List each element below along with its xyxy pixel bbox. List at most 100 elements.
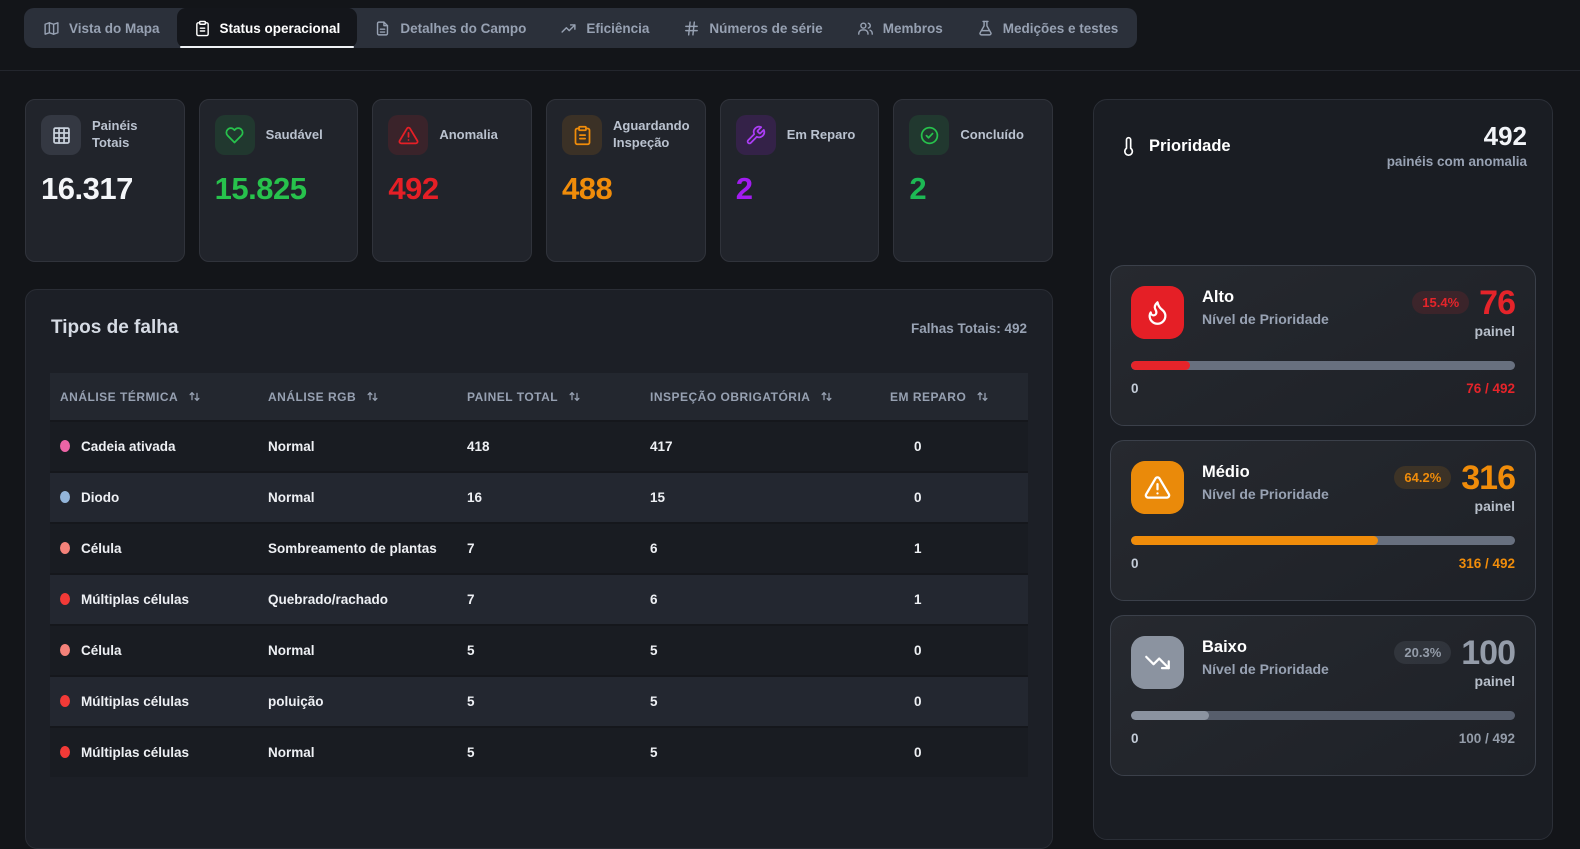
stat-cards-row: Painéis Totais16.317 Saudável 15.825 Anomal… — [25, 99, 1053, 262]
thermal-label: Múltiplas células — [81, 592, 189, 607]
status-dot — [60, 644, 70, 656]
sort-icon[interactable] — [819, 389, 834, 404]
priority-total-sublabel: painéis com anomalia — [1387, 154, 1527, 169]
rgb-cell: Normal — [258, 421, 457, 472]
tab-bar: Vista do MapaStatus operacionalDetalhes … — [24, 8, 1137, 48]
progress-bar-fill — [1131, 536, 1378, 545]
priority-level-name: Médio — [1202, 463, 1329, 482]
total-cell: 16 — [457, 472, 640, 523]
priority-card-titles: BaixoNível de Prioridade — [1202, 638, 1329, 677]
tab-label: Membros — [883, 21, 943, 36]
rgb-cell: Sombreamento de plantas — [258, 523, 457, 574]
thermal-label: Cadeia ativada — [81, 439, 176, 454]
priority-card-values: 20.3%100painel — [1394, 636, 1515, 689]
tab-vista-do-mapa[interactable]: Vista do Mapa — [26, 8, 177, 48]
column-header-1[interactable]: ANÁLISE TÉRMICA — [50, 373, 258, 421]
progress-bar-track — [1131, 361, 1515, 370]
thermal-label: Célula — [81, 541, 122, 556]
table-row: Múltiplas célulaspoluição550 — [50, 676, 1028, 727]
priority-value-row: 64.2%316 — [1394, 461, 1515, 495]
tab-medicoes-e-testes[interactable]: Medições e testes — [960, 8, 1136, 48]
alert-triangle-icon — [388, 115, 428, 155]
progress-fraction-label: 100 / 492 — [1459, 731, 1515, 746]
users-icon — [857, 20, 874, 37]
tab-label: Eficiência — [586, 21, 649, 36]
priority-card-top: BaixoNível de Prioridade20.3%100painel — [1131, 636, 1515, 689]
fault-table-head-row: ANÁLISE TÉRMICA ANÁLISE RGBPAINEL TOTAL IN… — [50, 373, 1028, 421]
stat-card-header: Anomalia — [388, 115, 516, 155]
progress-fraction-label: 316 / 492 — [1459, 556, 1515, 571]
status-dot — [60, 542, 70, 554]
table-row: Múltiplas célulasNormal550 — [50, 727, 1028, 777]
check-circle-icon — [909, 115, 949, 155]
progress-bar-track — [1131, 711, 1515, 720]
column-label: ANÁLISE TÉRMICA — [60, 390, 178, 404]
stat-card-header: Em Reparo — [736, 115, 864, 155]
tab-detalhes-do-campo[interactable]: Detalhes do Campo — [357, 8, 543, 48]
inspection-cell: 6 — [640, 574, 880, 625]
stat-label: Anomalia — [439, 127, 498, 144]
sort-icon[interactable] — [187, 389, 202, 404]
thermal-cell: Célula — [50, 523, 258, 574]
hash-icon — [683, 20, 700, 37]
stat-value: 15.825 — [215, 171, 343, 207]
column-header-4[interactable]: INSPEÇÃO OBRIGATÓRIA — [640, 373, 880, 421]
tab-eficiencia[interactable]: Eficiência — [543, 8, 666, 48]
table-row: DiodoNormal16150 — [50, 472, 1028, 523]
fault-table-title: Tipos de falha — [51, 317, 178, 339]
priority-card-top: AltoNível de Prioridade15.4%76painel — [1131, 286, 1515, 339]
stat-label: Concluído — [960, 127, 1024, 144]
sort-icon[interactable] — [567, 389, 582, 404]
status-dot — [60, 593, 70, 605]
total-cell: 5 — [457, 727, 640, 777]
repair-cell: 0 — [880, 421, 1028, 472]
stat-value: 16.317 — [41, 171, 169, 207]
rgb-cell: Normal — [258, 727, 457, 777]
inspection-cell: 5 — [640, 625, 880, 676]
table-row: CélulaNormal550 — [50, 625, 1028, 676]
total-cell: 5 — [457, 676, 640, 727]
status-dot — [60, 746, 70, 758]
total-cell: 7 — [457, 523, 640, 574]
grid-icon — [41, 115, 81, 155]
progress-bar-track — [1131, 536, 1515, 545]
inspection-cell: 417 — [640, 421, 880, 472]
priority-count: 100 — [1461, 636, 1515, 670]
rgb-cell: poluição — [258, 676, 457, 727]
priority-panel: Prioridade 492 painéis com anomalia Alto… — [1093, 99, 1553, 840]
stat-card-header: Aguardando Inspeção — [562, 115, 690, 155]
priority-unit-label: painel — [1394, 498, 1515, 514]
rgb-cell: Normal — [258, 625, 457, 676]
priority-levels: AltoNível de Prioridade15.4%76painel076 … — [1110, 265, 1536, 776]
wrench-icon — [736, 115, 776, 155]
priority-card-alto: AltoNível de Prioridade15.4%76painel076 … — [1110, 265, 1536, 426]
priority-level-name: Baixo — [1202, 638, 1329, 657]
priority-value-row: 20.3% 100 — [1394, 636, 1515, 670]
repair-cell: 0 — [880, 676, 1028, 727]
repair-cell: 1 — [880, 523, 1028, 574]
stat-card-header: Saudável — [215, 115, 343, 155]
priority-level-name: Alto — [1202, 288, 1329, 307]
stat-card-paineis-totais: Painéis Totais16.317 — [25, 99, 185, 262]
stat-label: Em Reparo — [787, 127, 856, 144]
percentage-badge: 20.3% — [1394, 641, 1451, 664]
main-content: Painéis Totais16.317 Saudável 15.825 Anomal… — [25, 99, 1553, 849]
tab-numeros-de-serie[interactable]: Números de série — [666, 8, 839, 48]
tab-status-operacional[interactable]: Status operacional — [177, 8, 358, 48]
sort-icon[interactable] — [365, 389, 380, 404]
progress-bar-fill — [1131, 711, 1209, 720]
status-dot — [60, 695, 70, 707]
column-header-5[interactable]: EM REPARO — [880, 373, 1028, 421]
left-column: Painéis Totais16.317 Saudável 15.825 Anomal… — [25, 99, 1053, 849]
column-header-3[interactable]: PAINEL TOTAL — [457, 373, 640, 421]
sort-icon[interactable] — [975, 389, 990, 404]
priority-level-sublabel: Nível de Prioridade — [1202, 311, 1329, 327]
stat-card-header: Concluído — [909, 115, 1037, 155]
stat-card-anomalia: Anomalia492 — [372, 99, 532, 262]
stat-value: 488 — [562, 171, 690, 207]
tab-membros[interactable]: Membros — [840, 8, 960, 48]
column-label: INSPEÇÃO OBRIGATÓRIA — [650, 390, 810, 404]
inspection-cell: 5 — [640, 727, 880, 777]
percentage-badge: 15.4% — [1412, 291, 1469, 314]
column-header-2[interactable]: ANÁLISE RGB — [258, 373, 457, 421]
